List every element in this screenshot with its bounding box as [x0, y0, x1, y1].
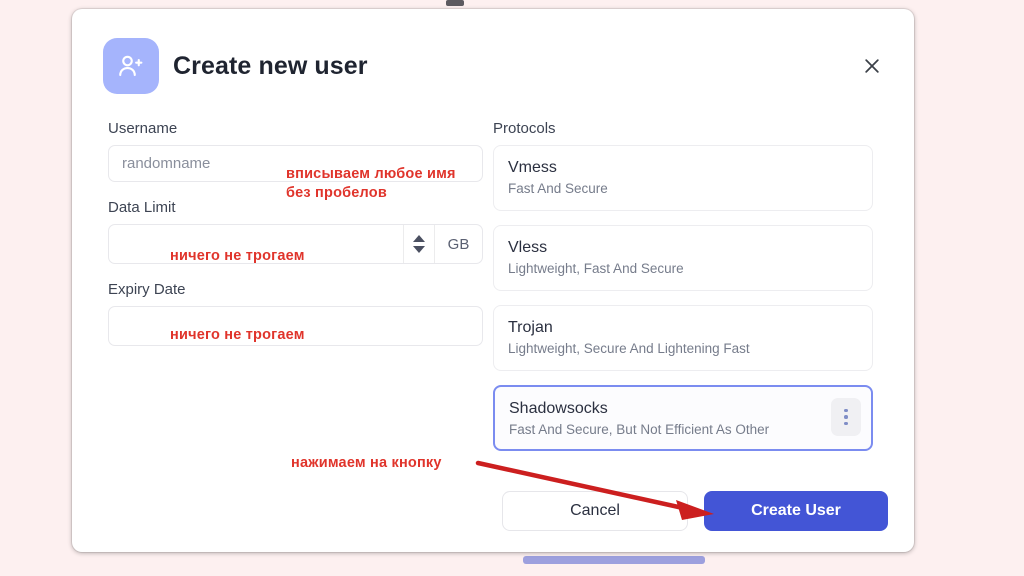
user-plus-icon [103, 38, 159, 94]
more-dot [844, 421, 848, 426]
username-label: Username [108, 120, 178, 137]
data-limit-unit: GB [434, 225, 482, 263]
annotation-username-line1: вписываем любое имя [286, 166, 456, 182]
close-icon[interactable] [855, 49, 889, 83]
form-column: Username randomname Data Limit GB Expiry… [108, 119, 483, 362]
username-placeholder-text: randomname [122, 155, 211, 172]
data-limit-stepper[interactable] [403, 225, 434, 263]
background-sliver-bottom [523, 556, 705, 564]
create-user-button[interactable]: Create User [704, 491, 888, 531]
protocol-name: Vless [508, 239, 548, 256]
more-dot [844, 408, 848, 413]
spin-up-icon[interactable] [413, 235, 425, 242]
annotation-expiry-date: ничего не трогаем [170, 327, 305, 343]
more-dot [844, 415, 848, 419]
protocol-description: Fast And Secure, But Not Efficient As Ot… [509, 422, 770, 437]
create-user-modal: Create new user Username randomname Data… [72, 9, 914, 552]
screenshot-root: Create new user Username randomname Data… [0, 0, 1024, 576]
protocol-card-shadowsocks[interactable]: Shadowsocks Fast And Secure, But Not Eff… [493, 385, 873, 451]
protocols-column: Protocols Vmess Fast And Secure Vless Li… [493, 119, 873, 465]
annotation-username: вписываем любое имя без пробелов [286, 165, 456, 203]
protocol-description: Lightweight, Secure And Lightening Fast [508, 341, 750, 356]
spin-down-icon[interactable] [413, 246, 425, 253]
annotation-data-limit: ничего не трогаем [170, 248, 305, 264]
modal-header: Create new user [72, 9, 914, 117]
protocol-name: Trojan [508, 319, 553, 336]
protocol-description: Fast And Secure [508, 181, 608, 196]
more-vertical-icon[interactable] [831, 398, 861, 436]
modal-footer: Cancel Create User [502, 491, 888, 531]
protocol-description: Lightweight, Fast And Secure [508, 261, 684, 276]
annotation-username-line2: без пробелов [286, 185, 387, 201]
protocols-label: Protocols [493, 120, 556, 137]
protocol-name: Vmess [508, 159, 557, 176]
cancel-button[interactable]: Cancel [502, 491, 688, 531]
expiry-date-label: Expiry Date [108, 281, 186, 298]
protocol-name: Shadowsocks [509, 400, 608, 417]
annotation-create-button: нажимаем на кнопку [291, 455, 442, 471]
page-title: Create new user [173, 52, 368, 80]
protocol-card-vmess[interactable]: Vmess Fast And Secure [493, 145, 873, 211]
protocol-card-vless[interactable]: Vless Lightweight, Fast And Secure [493, 225, 873, 291]
background-sliver-top [446, 0, 464, 6]
protocol-card-trojan[interactable]: Trojan Lightweight, Secure And Lightenin… [493, 305, 873, 371]
